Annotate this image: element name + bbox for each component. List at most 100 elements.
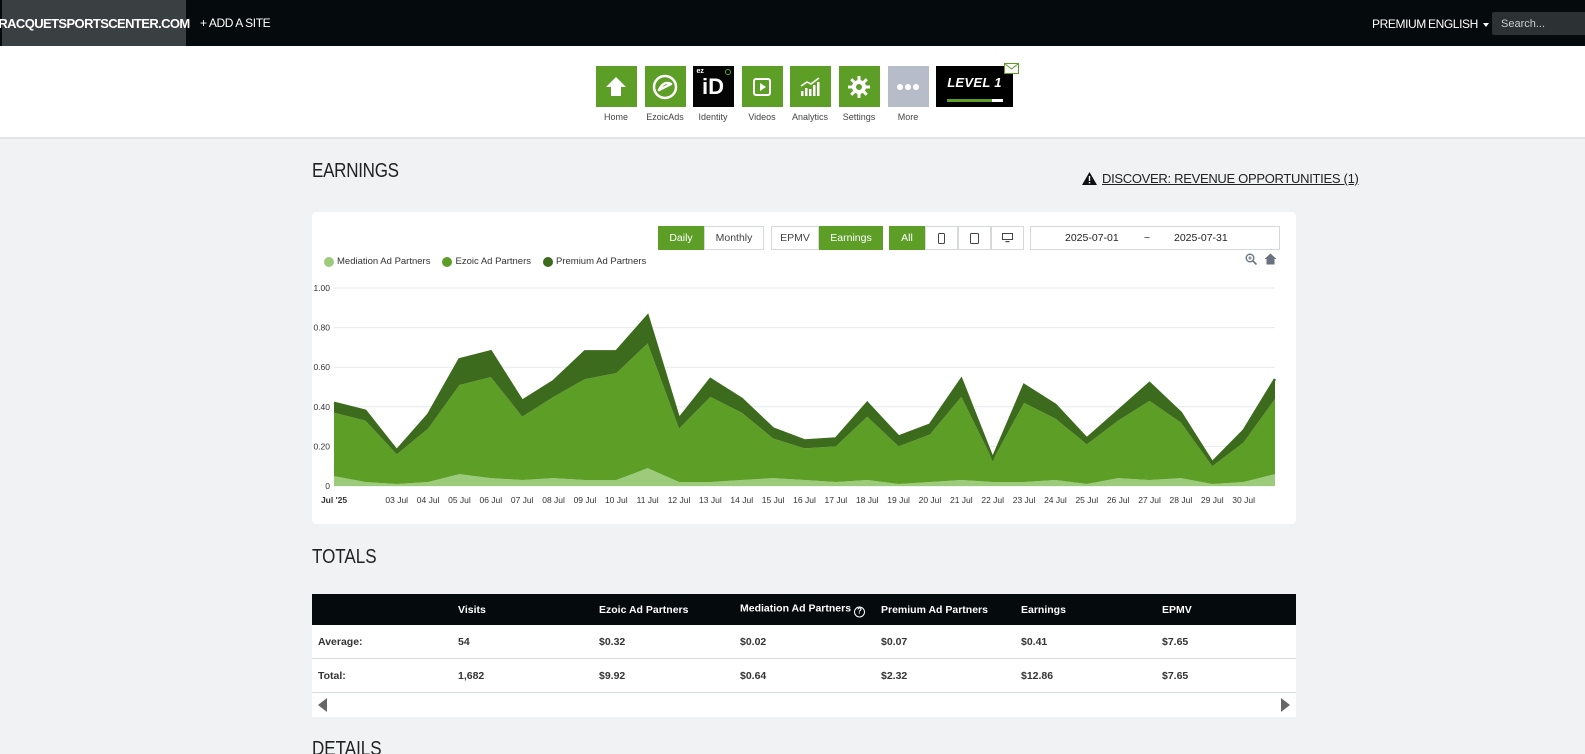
- identity-icon: ez iD: [692, 66, 734, 107]
- y-tick-label: 0: [325, 481, 330, 491]
- level-label: LEVEL 1: [947, 75, 1002, 90]
- x-tick-label: 19 Jul: [887, 495, 910, 505]
- nav-analytics-label: Analytics: [791, 112, 828, 122]
- help-icon[interactable]: ?: [854, 606, 866, 617]
- y-tick-label: 0.60: [313, 362, 330, 372]
- scroll-right-icon[interactable]: [1281, 698, 1290, 712]
- x-tick-label: 15 Jul: [762, 495, 785, 505]
- row-label: Total:: [318, 669, 346, 682]
- y-tick-label: 0.20: [313, 441, 330, 451]
- discover-label: DISCOVER: REVENUE OPPORTUNITIES (1): [1102, 171, 1359, 186]
- nav-more[interactable]: More: [886, 66, 930, 122]
- status-dot-icon: [724, 69, 731, 75]
- earnings-title: EARNINGS: [312, 160, 399, 182]
- nav-identity-label: Identity: [698, 112, 728, 122]
- earnings-chart-card: Daily Monthly EPMV Earnings All 2025-07-…: [312, 212, 1296, 524]
- level-progress-bar: [947, 99, 1003, 102]
- nav-ezoicads[interactable]: EzoicAds: [643, 66, 687, 122]
- x-tick-label: 26 Jul: [1107, 495, 1130, 505]
- video-icon: [741, 66, 783, 107]
- app-nav: Home EzoicAds ez iD Identity Videos Anal…: [0, 46, 1585, 139]
- nav-more-label: More: [897, 112, 919, 122]
- level-badge[interactable]: LEVEL 1: [936, 66, 1013, 107]
- header-earnings: Earnings: [1021, 603, 1066, 616]
- cell-earnings: $0.41: [1021, 635, 1048, 648]
- discover-link[interactable]: DISCOVER: REVENUE OPPORTUNITIES (1): [1082, 171, 1359, 186]
- header-ezoic: Ezoic Ad Partners: [599, 603, 689, 616]
- x-tick-label: 16 Jul: [793, 495, 816, 505]
- ezoic-ads-icon: [644, 66, 686, 107]
- language-dropdown[interactable]: ENGLISH: [1428, 17, 1489, 31]
- nav-videos-label: Videos: [748, 112, 776, 122]
- x-tick-label: 05 Jul: [448, 495, 471, 505]
- cell-ezoic: $0.32: [599, 635, 626, 648]
- nav-home[interactable]: Home: [594, 66, 638, 122]
- nav-settings-label: Settings: [842, 112, 876, 122]
- header-epmv: EPMV: [1162, 603, 1192, 616]
- totals-header-row: Visits Ezoic Ad Partners Mediation Ad Pa…: [312, 594, 1296, 625]
- header-premium: Premium Ad Partners: [881, 603, 988, 616]
- x-tick-label: 23 Jul: [1013, 495, 1036, 505]
- table-row: Average: 54 $0.32 $0.02 $0.07 $0.41 $7.6…: [312, 625, 1296, 659]
- identity-tile-text: iD: [702, 73, 724, 99]
- horizontal-scrollbar[interactable]: [312, 693, 1296, 717]
- cell-mediation: $0.02: [740, 635, 767, 648]
- cell-ezoic: $9.92: [599, 669, 626, 682]
- x-tick-label: 09 Jul: [574, 495, 597, 505]
- x-tick-label: 04 Jul: [417, 495, 440, 505]
- top-bar: RACQUETSPORTSCENTER.COM + ADD A SITE PRE…: [0, 0, 1585, 46]
- cell-mediation: $0.64: [740, 669, 767, 682]
- x-tick-label: 27 Jul: [1138, 495, 1161, 505]
- header-visits: Visits: [458, 603, 486, 616]
- x-tick-label: 20 Jul: [919, 495, 942, 505]
- details-title: DETAILS: [312, 738, 382, 754]
- x-tick-label: 06 Jul: [479, 495, 502, 505]
- nav-identity[interactable]: ez iD Identity: [691, 66, 735, 122]
- cell-visits: 1,682: [458, 669, 485, 682]
- row-label: Average:: [318, 635, 363, 648]
- x-tick-label: 25 Jul: [1075, 495, 1098, 505]
- premium-link[interactable]: PREMIUM: [1372, 17, 1426, 31]
- cell-epmv: $7.65: [1162, 635, 1189, 648]
- identity-tile-small: ez: [696, 68, 704, 75]
- table-row: Total: 1,682 $9.92 $0.64 $2.32 $12.86 $7…: [312, 659, 1296, 693]
- totals-table: Visits Ezoic Ad Partners Mediation Ad Pa…: [312, 594, 1296, 717]
- totals-title: TOTALS: [312, 546, 377, 568]
- x-tick-label: 13 Jul: [699, 495, 722, 505]
- mail-icon[interactable]: [1004, 61, 1019, 79]
- y-tick-label: 1.00: [313, 283, 330, 293]
- analytics-icon: [789, 66, 831, 107]
- cell-premium: $2.32: [881, 669, 908, 682]
- cell-earnings: $12.86: [1021, 669, 1054, 682]
- nav-settings[interactable]: Settings: [837, 66, 881, 122]
- x-tick-label: 11 Jul: [637, 495, 659, 505]
- y-tick-label: 0.40: [313, 402, 330, 412]
- x-tick-label: 17 Jul: [825, 495, 848, 505]
- x-tick-label: 12 Jul: [668, 495, 691, 505]
- header-mediation: Mediation Ad Partners?: [740, 602, 866, 617]
- cell-visits: 54: [458, 635, 470, 648]
- nav-analytics[interactable]: Analytics: [788, 66, 832, 122]
- gear-icon: [838, 66, 880, 107]
- y-tick-label: 0.80: [313, 323, 330, 333]
- x-tick-label: 30 Jul: [1232, 495, 1255, 505]
- x-tick-label: 03 Jul: [385, 495, 408, 505]
- x-tick-label: 24 Jul: [1044, 495, 1067, 505]
- x-tick-label: 10 Jul: [605, 495, 628, 505]
- header-mediation-label: Mediation Ad Partners: [740, 602, 852, 614]
- x-tick-label: 14 Jul: [730, 495, 753, 505]
- x-tick-label: Jul '25: [321, 495, 347, 505]
- more-icon: [887, 66, 929, 107]
- scroll-left-icon[interactable]: [318, 698, 327, 712]
- site-name-button[interactable]: RACQUETSPORTSCENTER.COM: [0, 0, 190, 46]
- x-tick-label: 18 Jul: [856, 495, 879, 505]
- nav-home-label: Home: [603, 112, 628, 122]
- search-input[interactable]: [1492, 12, 1585, 35]
- caret-down-icon: [1482, 22, 1489, 27]
- x-tick-label: 07 Jul: [511, 495, 534, 505]
- warning-icon: [1082, 172, 1097, 185]
- x-tick-label: 08 Jul: [542, 495, 565, 505]
- add-site-link[interactable]: + ADD A SITE: [200, 16, 271, 30]
- nav-videos[interactable]: Videos: [740, 66, 784, 122]
- x-tick-label: 28 Jul: [1170, 495, 1193, 505]
